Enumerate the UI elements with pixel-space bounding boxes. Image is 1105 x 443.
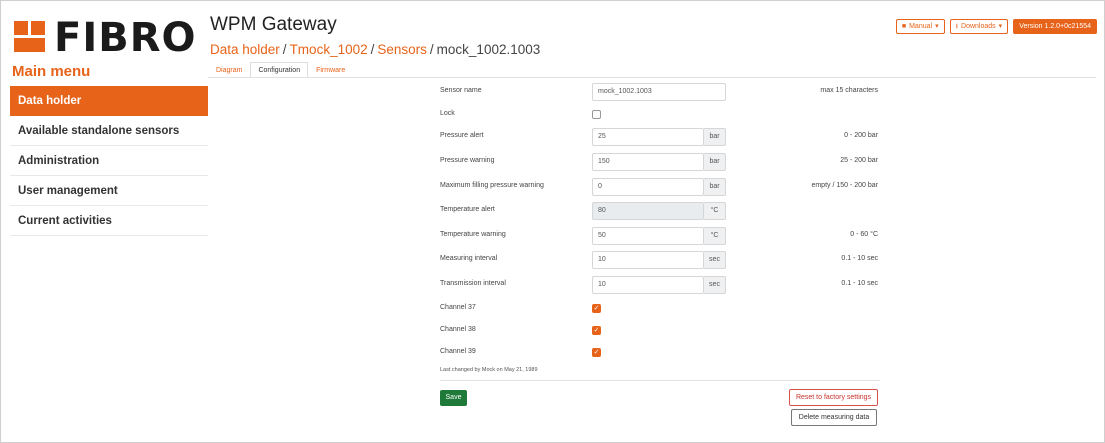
pressure-warning-hint: 25 - 200 bar — [840, 157, 878, 164]
pressure-alert-hint: 0 - 200 bar — [844, 132, 878, 139]
pressure-warning-unit: bar — [704, 153, 726, 171]
version-button[interactable]: Version 1.2.0+0c21554 — [1013, 19, 1097, 34]
breadcrumb: Data holder / Tmock_1002/Sensors / mock_1002… — [210, 42, 540, 57]
tab-diagram[interactable]: Diagram — [208, 62, 250, 78]
manual-button[interactable]: ■ Manual ▾ — [895, 19, 945, 34]
sensor-name-input[interactable]: mock_1002.1003 — [592, 83, 726, 101]
temperature-alert-row: Temperature alert 80 °C — [440, 202, 880, 220]
measuring-interval-label: Measuring interval — [440, 255, 498, 262]
breadcrumb-data-holder[interactable]: Data holder — [210, 42, 280, 57]
channel-39-row: Channel 39 ✓ — [440, 344, 880, 362]
breadcrumb-sensors[interactable]: Sensors — [377, 42, 427, 57]
channel-39-label: Channel 39 — [440, 348, 476, 355]
breadcrumb-holder[interactable]: Tmock_1002 — [290, 42, 368, 57]
download-icon: ⭳ — [955, 23, 959, 30]
transmission-interval-unit: sec — [704, 276, 726, 294]
sidebar-item-data-holder[interactable]: Data holder — [10, 86, 208, 116]
downloads-button[interactable]: ⭳ Downloads ▾ — [949, 19, 1009, 34]
last-changed-text: Last changed by Mock on May 21, 1989 — [440, 367, 538, 373]
transmission-interval-hint: 0.1 - 10 sec — [841, 280, 878, 287]
save-button[interactable]: Save — [440, 390, 467, 406]
channel-38-label: Channel 38 — [440, 326, 476, 333]
temperature-alert-unit: °C — [704, 202, 726, 220]
tab-configuration[interactable]: Configuration — [250, 62, 309, 78]
measuring-interval-input[interactable]: 10 — [592, 251, 704, 269]
tab-divider — [208, 77, 1096, 78]
pressure-warning-row: Pressure warning 150 bar 25 - 200 bar — [440, 153, 880, 171]
pressure-warning-label: Pressure warning — [440, 157, 495, 164]
pressure-alert-label: Pressure alert — [440, 132, 484, 139]
measuring-interval-hint: 0.1 - 10 sec — [841, 255, 878, 262]
channel-39-checkbox[interactable]: ✓ — [592, 348, 601, 357]
reset-factory-settings-button[interactable]: Reset to factory settings — [789, 389, 878, 406]
breadcrumb-separator: / — [282, 42, 287, 57]
channel-38-row: Channel 38 ✓ — [440, 322, 880, 340]
lock-row: Lock — [440, 106, 880, 124]
temperature-warning-hint: 0 - 60 °C — [850, 231, 878, 238]
sidebar-item-current-activities[interactable]: Current activities — [10, 206, 208, 236]
pressure-warning-input[interactable]: 150 — [592, 153, 704, 171]
pressure-alert-input[interactable]: 25 — [592, 128, 704, 146]
checkmark-icon: ✓ — [593, 305, 600, 312]
max-filling-pressure-input[interactable]: 0 — [592, 178, 704, 196]
logo-text: FIBRO — [54, 15, 197, 61]
channel-37-label: Channel 37 — [440, 304, 476, 311]
measuring-interval-row: Measuring interval 10 sec 0.1 - 10 sec — [440, 251, 880, 269]
sensor-name-row: Sensor name mock_1002.1003 max 15 charac… — [440, 83, 880, 101]
max-filling-pressure-hint: empty / 150 - 200 bar — [811, 182, 878, 189]
temperature-warning-input[interactable]: 50 — [592, 227, 704, 245]
caret-down-icon: ▾ — [998, 23, 1003, 30]
transmission-interval-label: Transmission interval — [440, 280, 506, 287]
temperature-warning-unit: °C — [704, 227, 726, 245]
caret-down-icon: ▾ — [935, 23, 939, 30]
sidebar-item-standalone-sensors[interactable]: Available standalone sensors — [10, 116, 208, 146]
tab-bar: Diagram Configuration Firmware — [208, 62, 353, 78]
checkmark-icon: ✓ — [593, 327, 600, 334]
channel-37-row: Channel 37 ✓ — [440, 300, 880, 318]
temperature-alert-label: Temperature alert — [440, 206, 495, 213]
breadcrumb-separator: / — [370, 42, 375, 57]
fibro-logo-icon — [14, 21, 48, 55]
lock-checkbox[interactable] — [592, 110, 601, 119]
lock-label: Lock — [440, 110, 455, 117]
pressure-alert-unit: bar — [704, 128, 726, 146]
top-button-group: ■ Manual ▾ ⭳ Downloads ▾ Version 1.2.0+0… — [895, 19, 1097, 34]
breadcrumb-separator: / — [429, 42, 434, 57]
temperature-warning-label: Temperature warning — [440, 231, 506, 238]
pressure-alert-row: Pressure alert 25 bar 0 - 200 bar — [440, 128, 880, 146]
checkmark-icon: ✓ — [593, 349, 600, 356]
measuring-interval-unit: sec — [704, 251, 726, 269]
max-filling-pressure-label: Maximum filling pressure warning — [440, 182, 544, 189]
transmission-interval-row: Transmission interval 10 sec 0.1 - 10 se… — [440, 276, 880, 294]
sensor-name-hint: max 15 characters — [820, 87, 878, 94]
app-title: WPM Gateway — [210, 14, 337, 35]
tab-firmware[interactable]: Firmware — [308, 62, 353, 78]
sidebar-item-administration[interactable]: Administration — [10, 146, 208, 176]
form-divider — [440, 380, 880, 381]
fibro-logo[interactable]: FIBRO — [14, 18, 197, 58]
sidebar-item-user-management[interactable]: User management — [10, 176, 208, 206]
delete-measuring-data-button[interactable]: Delete measuring data — [791, 409, 877, 426]
max-filling-pressure-row: Maximum filling pressure warning 0 bar e… — [440, 178, 880, 196]
breadcrumb-current: mock_1002.1003 — [436, 42, 541, 57]
channel-38-checkbox[interactable]: ✓ — [592, 326, 601, 335]
downloads-label: Downloads — [961, 23, 996, 30]
sensor-name-label: Sensor name — [440, 87, 482, 94]
max-filling-pressure-unit: bar — [704, 178, 726, 196]
main-menu-title: Main menu — [12, 63, 91, 80]
transmission-interval-input[interactable]: 10 — [592, 276, 704, 294]
temperature-alert-input: 80 — [592, 202, 704, 220]
book-icon: ■ — [901, 23, 907, 30]
sidebar: Data holder Available standalone sensors… — [10, 86, 208, 236]
manual-label: Manual — [909, 23, 933, 30]
channel-37-checkbox[interactable]: ✓ — [592, 304, 601, 313]
temperature-warning-row: Temperature warning 50 °C 0 - 60 °C — [440, 227, 880, 245]
